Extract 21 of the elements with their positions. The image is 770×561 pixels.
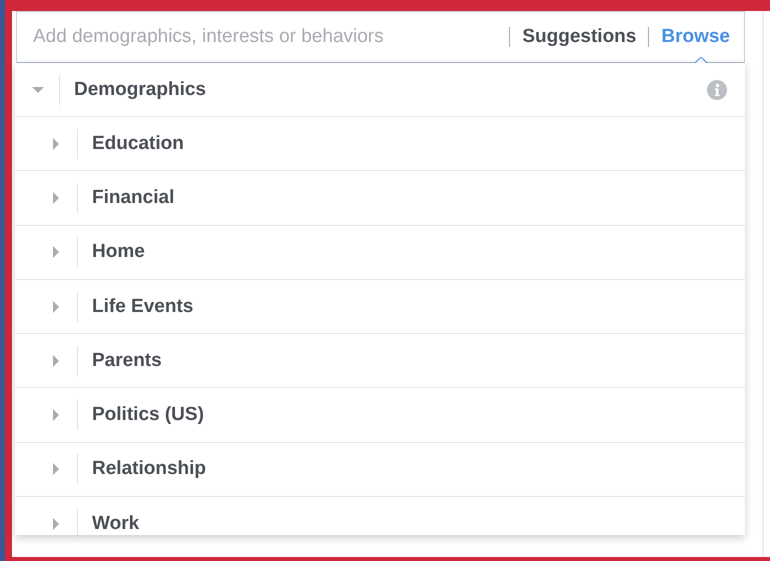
category-row[interactable]: Financial	[15, 171, 745, 226]
category-label: Home	[92, 241, 146, 264]
category-label: Life Events	[92, 296, 194, 318]
category-label: Parents	[92, 350, 163, 372]
category-label: Relationship	[92, 458, 208, 480]
category-row[interactable]: Demographics	[15, 63, 745, 117]
tab[interactable]: Suggestions	[522, 26, 636, 48]
category-row[interactable]: Life Events	[15, 280, 745, 334]
category-row[interactable]: Relationship	[15, 442, 745, 498]
category-label: Politics (US)	[92, 404, 205, 426]
info-icon[interactable]	[707, 80, 727, 100]
category-label: Education	[92, 132, 185, 155]
category-label: Demographics	[74, 78, 207, 100]
category-row[interactable]: Politics (US)	[15, 388, 745, 443]
category-row[interactable]: Home	[15, 226, 745, 280]
category-label: Financial	[92, 186, 176, 209]
category-row[interactable]: Education	[15, 117, 745, 172]
category-label: Work	[92, 512, 140, 535]
category-row[interactable]: Work	[15, 497, 745, 535]
search-field[interactable]: Add demographics, interests or behaviors Suggestions Browse	[16, 11, 745, 63]
category-row[interactable]: Parents	[15, 334, 745, 388]
